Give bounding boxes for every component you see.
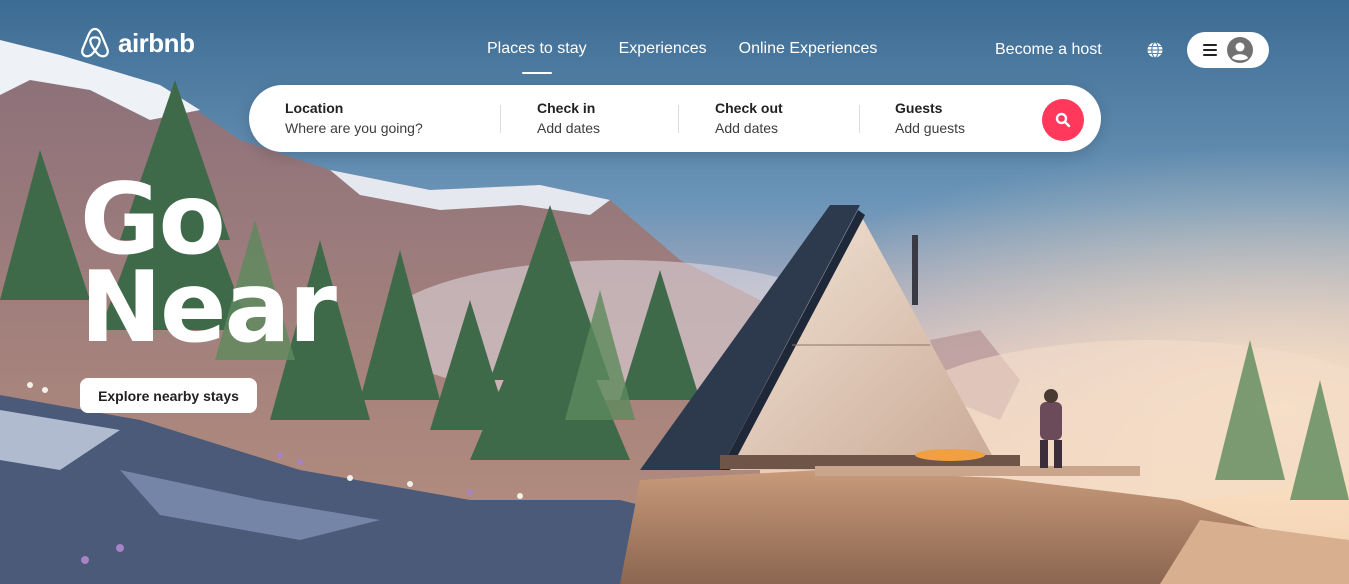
guests-label: Guests xyxy=(895,100,943,116)
search-divider xyxy=(678,105,679,133)
nav-experiences[interactable]: Experiences xyxy=(619,40,707,58)
guests-value: Add guests xyxy=(895,120,966,136)
headline-line-2: Near xyxy=(80,251,337,365)
location-field[interactable]: Location Where are you going? xyxy=(285,100,423,136)
user-avatar-icon xyxy=(1227,37,1253,63)
search-button[interactable] xyxy=(1042,99,1084,141)
search-icon xyxy=(1055,112,1071,128)
check-in-field[interactable]: Check in Add dates xyxy=(537,100,600,136)
location-label: Location xyxy=(285,100,344,116)
nav-places-to-stay[interactable]: Places to stay xyxy=(487,40,587,58)
location-input[interactable]: Where are you going? xyxy=(285,120,423,136)
explore-nearby-button[interactable]: Explore nearby stays xyxy=(80,378,257,413)
search-bar: Location Where are you going? Check in A… xyxy=(249,85,1101,152)
guests-field[interactable]: Guests Add guests xyxy=(895,100,965,136)
search-divider xyxy=(859,105,860,133)
airbnb-logo[interactable]: airbnb xyxy=(80,27,195,59)
brand-name: airbnb xyxy=(118,27,195,58)
nav-online-experiences[interactable]: Online Experiences xyxy=(739,40,878,58)
user-menu-button[interactable] xyxy=(1187,32,1269,68)
airbnb-logo-icon xyxy=(81,27,109,58)
globe-icon[interactable] xyxy=(1146,41,1164,59)
check-out-value: Add dates xyxy=(715,120,779,136)
hero-headline: Go Near xyxy=(80,171,337,365)
check-out-label: Check out xyxy=(715,100,783,116)
main-nav: Places to stay Experiences Online Experi… xyxy=(487,40,877,58)
become-host-link[interactable]: Become a host xyxy=(995,41,1102,59)
check-in-value: Add dates xyxy=(537,120,601,136)
hamburger-menu-icon xyxy=(1203,44,1217,56)
hero-section: airbnb Places to stay Experiences Online… xyxy=(0,0,1349,584)
check-out-field[interactable]: Check out Add dates xyxy=(715,100,783,136)
check-in-label: Check in xyxy=(537,100,596,116)
search-divider xyxy=(500,105,501,133)
